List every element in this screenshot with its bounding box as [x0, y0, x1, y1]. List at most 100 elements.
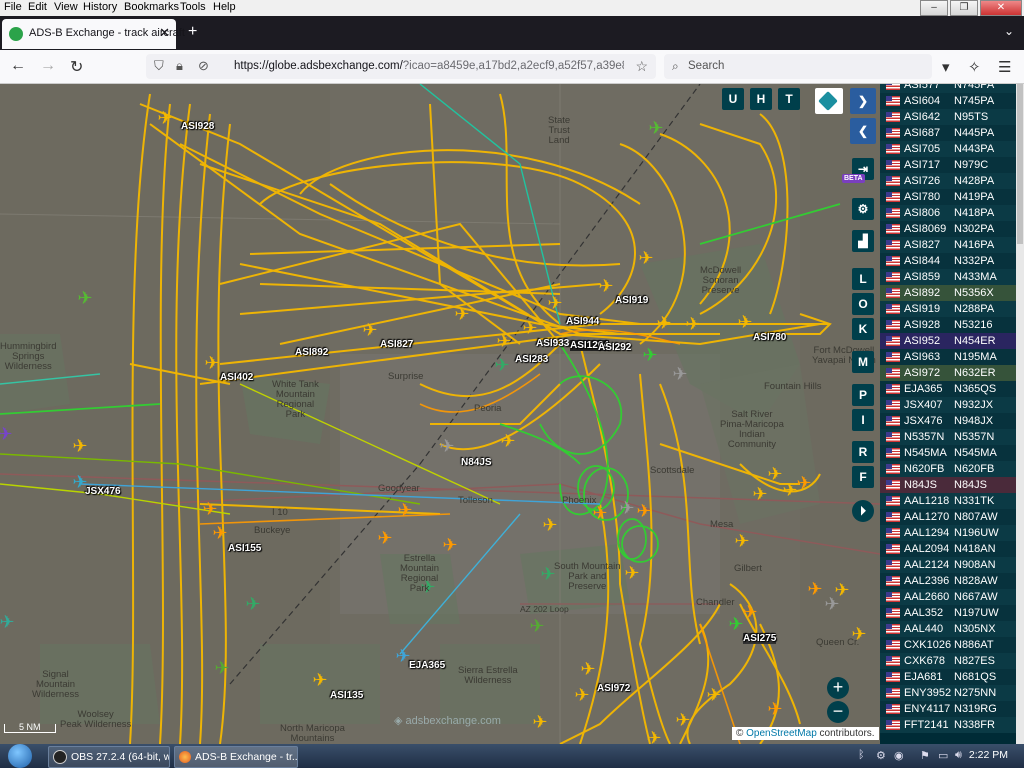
map-view[interactable]: ✈ ✈ ✈ ✈ ✈ ✈ ✈ ✈ ✈ ✈ ✈ ✈ ✈ ✈ ✈ ✈ ✈ ✈ ✈ ✈ …: [0, 84, 880, 744]
network-icon[interactable]: ▭: [938, 749, 948, 762]
table-row[interactable]: ASI827 N416PA: [880, 237, 1016, 253]
button-t[interactable]: T: [778, 88, 800, 110]
aircraft-label[interactable]: ASI919: [615, 295, 648, 306]
minimize-button[interactable]: –: [920, 0, 948, 16]
aircraft-label[interactable]: ASI972: [597, 683, 630, 694]
table-row[interactable]: ASI726 N428PA: [880, 173, 1016, 189]
start-button[interactable]: [8, 744, 32, 768]
button-p[interactable]: P: [852, 384, 874, 406]
aircraft-label[interactable]: JSX476: [85, 486, 121, 497]
table-row[interactable]: ASI717 N979C: [880, 157, 1016, 173]
lock-icon[interactable]: 🔒︎: [176, 58, 183, 74]
maximize-button[interactable]: ❐: [950, 0, 978, 16]
replay-button[interactable]: ⏵: [852, 500, 874, 522]
table-row[interactable]: ASI859 N433MA: [880, 269, 1016, 285]
table-row[interactable]: EJA681 N681QS: [880, 669, 1016, 685]
button-f[interactable]: F: [852, 466, 874, 488]
menu-history[interactable]: History: [83, 1, 117, 13]
table-row[interactable]: AAL1294 N196UW: [880, 525, 1016, 541]
collapse-left-button[interactable]: ❮: [850, 118, 876, 144]
aircraft-label[interactable]: EJA365: [409, 660, 445, 671]
settings-button[interactable]: ⚙: [852, 198, 874, 220]
button-k[interactable]: K: [852, 318, 874, 340]
table-row[interactable]: ASI963 N195MA: [880, 349, 1016, 365]
table-row[interactable]: CXK678 N827ES: [880, 653, 1016, 669]
aircraft-label[interactable]: ASI155: [228, 543, 261, 554]
layers-button[interactable]: [815, 88, 843, 114]
table-row[interactable]: AAL2124 N908AN: [880, 557, 1016, 573]
new-tab-button[interactable]: +: [188, 23, 197, 41]
aircraft-label[interactable]: ASI827: [380, 339, 413, 350]
menu-tools[interactable]: Tools: [180, 1, 206, 13]
tab-adsb-exchange[interactable]: ADS-B Exchange - track aircraft ✕: [2, 19, 185, 49]
table-row[interactable]: ENY3952 N275NN: [880, 685, 1016, 701]
table-row[interactable]: ASI892 N5356X: [880, 285, 1016, 301]
stats-button[interactable]: ▟: [852, 230, 874, 252]
reload-icon[interactable]: ↻: [70, 57, 83, 77]
menu-view[interactable]: View: [54, 1, 78, 13]
table-row[interactable]: N620FB N620FB: [880, 461, 1016, 477]
back-arrow-icon[interactable]: ←: [10, 57, 26, 75]
table-row[interactable]: ASI705 N443PA: [880, 141, 1016, 157]
aircraft-label[interactable]: ASI944: [566, 316, 599, 327]
aircraft-label[interactable]: ASI402: [220, 372, 253, 383]
url-bar[interactable]: ⛉ 🔒︎ ⊘ https://globe.adsbexchange.com/?i…: [146, 54, 656, 79]
button-l[interactable]: L: [852, 268, 874, 290]
table-row[interactable]: AAL2094 N418AN: [880, 541, 1016, 557]
table-row[interactable]: ASI928 N53216: [880, 317, 1016, 333]
url-text[interactable]: https://globe.adsbexchange.com/?icao=a84…: [234, 60, 624, 72]
table-row[interactable]: AAL352 N197UW: [880, 605, 1016, 621]
table-row[interactable]: N84JS N84JS: [880, 477, 1016, 493]
zoom-out-button[interactable]: −: [827, 701, 849, 723]
aircraft-label[interactable]: ASI283: [515, 354, 548, 365]
tray-icon[interactable]: ⚙: [876, 749, 886, 762]
table-row[interactable]: ASI8069 N302PA: [880, 221, 1016, 237]
aircraft-label[interactable]: ASI892: [295, 347, 328, 358]
extensions-icon[interactable]: ✧: [968, 58, 981, 76]
close-window-button[interactable]: ✕: [980, 0, 1022, 16]
bluetooth-icon[interactable]: ᛒ: [858, 749, 865, 761]
aircraft-label[interactable]: ASI135: [330, 690, 363, 701]
table-row[interactable]: ASI919 N288PA: [880, 301, 1016, 317]
scrollbar-thumb[interactable]: [1017, 84, 1023, 244]
expand-right-button[interactable]: ❯: [850, 88, 876, 114]
table-row[interactable]: EJA365 N365QS: [880, 381, 1016, 397]
table-row[interactable]: AAL2660 N667AW: [880, 589, 1016, 605]
taskbar-item-obs[interactable]: OBS 27.2.4 (64-bit, wi...: [48, 746, 170, 768]
osm-link[interactable]: OpenStreetMap: [746, 728, 817, 739]
taskbar-item-firefox[interactable]: ADS-B Exchange - tr...: [174, 746, 298, 768]
list-tabs-icon[interactable]: ⌄: [1004, 24, 1014, 38]
aircraft-label[interactable]: ASI780: [753, 332, 786, 343]
table-row[interactable]: CXK1026 N886AT: [880, 637, 1016, 653]
table-row[interactable]: N5357N N5357N: [880, 429, 1016, 445]
aircraft-label[interactable]: ASI933: [536, 338, 569, 349]
table-row[interactable]: JSX476 N948JX: [880, 413, 1016, 429]
table-row[interactable]: JSX407 N932JX: [880, 397, 1016, 413]
aircraft-label[interactable]: N84JS: [461, 457, 492, 468]
zoom-in-button[interactable]: +: [827, 677, 849, 699]
table-row[interactable]: ASI577 N745PA: [880, 84, 1016, 93]
close-tab-icon[interactable]: ✕: [159, 25, 170, 41]
permissions-icon[interactable]: ⊘: [198, 58, 209, 74]
table-row[interactable]: ASI642 N95TS: [880, 109, 1016, 125]
button-o[interactable]: O: [852, 293, 874, 315]
button-u[interactable]: U: [722, 88, 744, 110]
menu-edit[interactable]: Edit: [28, 1, 47, 13]
table-scrollbar[interactable]: [1016, 84, 1024, 744]
volume-icon[interactable]: 🔊︎: [955, 749, 962, 762]
clock[interactable]: 2:22 PM: [969, 749, 1008, 761]
action-center-icon[interactable]: ⚑: [920, 749, 930, 762]
pocket-icon[interactable]: ▾: [942, 58, 950, 76]
steam-icon[interactable]: ◉: [894, 749, 904, 762]
table-row[interactable]: FFT2141 N338FR: [880, 717, 1016, 733]
tracking-protection-icon[interactable]: ⛉: [154, 58, 164, 74]
app-menu-icon[interactable]: ☰: [998, 58, 1011, 76]
table-row[interactable]: ASI952 N454ER: [880, 333, 1016, 349]
menu-bookmarks[interactable]: Bookmarks: [124, 1, 179, 13]
search-input[interactable]: ⌕ Search: [664, 54, 932, 79]
table-row[interactable]: AAL1270 N807AW: [880, 509, 1016, 525]
menu-file[interactable]: File: [4, 1, 22, 13]
table-row[interactable]: ASI780 N419PA: [880, 189, 1016, 205]
table-row[interactable]: ASI687 N445PA: [880, 125, 1016, 141]
table-row[interactable]: AAL440 N305NX: [880, 621, 1016, 637]
